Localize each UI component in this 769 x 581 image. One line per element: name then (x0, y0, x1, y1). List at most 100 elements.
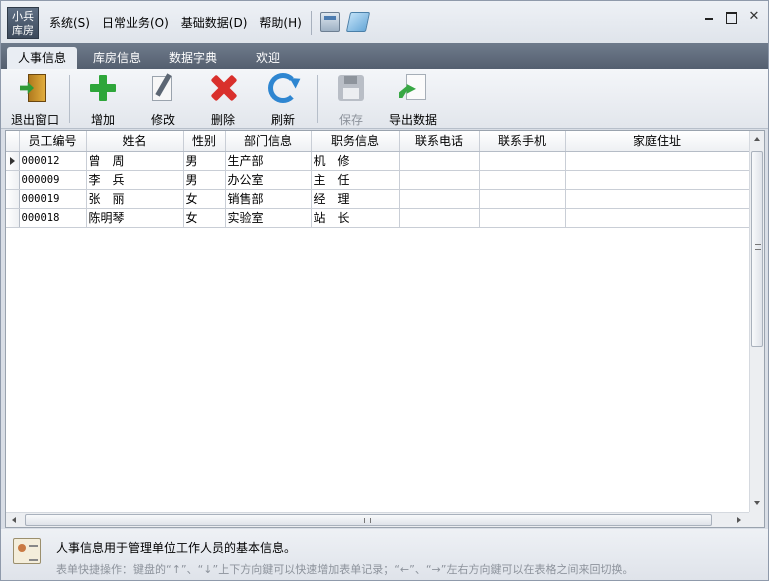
table-cell[interactable] (565, 170, 750, 190)
scroll-up-icon[interactable] (754, 137, 760, 141)
personnel-grid[interactable]: 员工编号 姓名 性别 部门信息 职务信息 联系电话 联系手机 家庭住址 0000… (5, 130, 765, 528)
column-header[interactable]: 部门信息 (225, 131, 312, 152)
personnel-table: 员工编号 姓名 性别 部门信息 职务信息 联系电话 联系手机 家庭住址 0000… (6, 131, 750, 228)
logo-line-1: 小兵 (12, 10, 34, 23)
scroll-right-icon[interactable] (737, 517, 741, 523)
save-label: 保存 (338, 113, 363, 127)
table-cell[interactable]: 机 修 (311, 151, 400, 171)
close-button[interactable]: ✕ (746, 9, 762, 25)
table-cell[interactable] (565, 208, 750, 228)
column-header[interactable]: 职务信息 (311, 131, 400, 152)
save-button[interactable]: 保存 (323, 73, 379, 127)
tab-bar: 人事信息 库房信息 数据字典 欢迎 (1, 43, 768, 69)
table-cell[interactable]: 000019 (19, 189, 87, 209)
menu-basic-data[interactable]: 基础数据(D) (181, 14, 248, 31)
row-indicator[interactable] (6, 208, 20, 228)
add-button[interactable]: 增加 (75, 73, 131, 127)
vertical-scrollbar[interactable] (749, 131, 764, 512)
table-cell[interactable]: 站 长 (311, 208, 400, 228)
table-cell[interactable]: 销售部 (225, 189, 312, 209)
vertical-scroll-thumb[interactable] (751, 151, 763, 347)
row-indicator[interactable] (6, 151, 20, 171)
table-cell[interactable] (565, 189, 750, 209)
table-cell[interactable]: 000009 (19, 170, 87, 190)
exit-window-label: 退出窗口 (10, 113, 59, 127)
table-cell[interactable]: 陈明琴 (86, 208, 184, 228)
table-cell[interactable]: 男 (183, 151, 226, 171)
table-cell[interactable]: 男 (183, 170, 226, 190)
save-disk-icon (336, 73, 366, 103)
current-row-pointer-icon (10, 156, 15, 165)
shortcut-tip: 表单快捷操作：键盘的“↑”、“↓”上下方向鍵可以快速增加表单记录；“←”、“→”… (56, 563, 634, 576)
table-cell[interactable] (479, 208, 566, 228)
table-row[interactable]: 000018 陈明琴 女 实验室 站 长 (6, 208, 750, 228)
row-indicator[interactable] (6, 189, 20, 209)
table-cell[interactable]: 张 丽 (86, 189, 184, 209)
plus-icon (88, 73, 118, 103)
table-cell[interactable]: 女 (183, 208, 226, 228)
menu-daily-business[interactable]: 日常业务(O) (102, 14, 169, 31)
table-header-row: 员工编号 姓名 性别 部门信息 职务信息 联系电话 联系手机 家庭住址 (6, 131, 750, 152)
table-cell[interactable]: 办公室 (225, 170, 312, 190)
column-header[interactable]: 联系手机 (479, 131, 566, 152)
scroll-down-icon[interactable] (754, 501, 760, 505)
logo-line-2: 库房 (12, 24, 34, 37)
calculator-icon[interactable] (320, 12, 340, 32)
table-cell[interactable] (399, 170, 480, 190)
table-cell[interactable]: 女 (183, 189, 226, 209)
table-cell[interactable]: 经 理 (311, 189, 400, 209)
tab-welcome[interactable]: 欢迎 (235, 47, 301, 69)
table-row[interactable]: 000019 张 丽 女 销售部 经 理 (6, 189, 750, 209)
refresh-button[interactable]: 刷新 (255, 73, 311, 127)
edit-pen-icon (148, 73, 178, 103)
table-cell[interactable]: 李 兵 (86, 170, 184, 190)
notepad-icon[interactable] (345, 12, 371, 32)
exit-window-button[interactable]: 退出窗口 (7, 73, 63, 127)
horizontal-scrollbar[interactable] (6, 512, 749, 527)
menu-help[interactable]: 帮助(H) (259, 14, 301, 31)
column-header[interactable]: 联系电话 (399, 131, 480, 152)
delete-label: 删除 (210, 113, 235, 127)
column-header[interactable]: 性别 (183, 131, 226, 152)
table-cell[interactable] (399, 189, 480, 209)
scroll-left-icon[interactable] (12, 517, 16, 523)
table-cell[interactable] (479, 170, 566, 190)
status-message: 人事信息用于管理单位工作人员的基本信息。 (56, 541, 297, 555)
export-label: 导出数据 (388, 113, 437, 127)
column-header[interactable]: 员工编号 (19, 131, 87, 152)
table-row[interactable]: 000012 曾 周 男 生产部 机 修 (6, 151, 750, 171)
delete-x-icon (208, 73, 238, 103)
table-cell[interactable] (399, 151, 480, 171)
table-cell[interactable]: 主 任 (311, 170, 400, 190)
refresh-label: 刷新 (270, 113, 295, 127)
table-row[interactable]: 000009 李 兵 男 办公室 主 任 (6, 170, 750, 190)
horizontal-scroll-thumb[interactable] (25, 514, 712, 526)
menu-bar: 系统(S) 日常业务(O) 基础数据(D) 帮助(H) (49, 14, 314, 31)
table-cell[interactable] (399, 208, 480, 228)
maximize-button[interactable] (723, 9, 739, 25)
export-data-button[interactable]: 导出数据 (383, 73, 443, 127)
row-indicator[interactable] (6, 170, 20, 190)
column-header[interactable]: 家庭住址 (565, 131, 750, 152)
table-cell[interactable]: 000012 (19, 151, 87, 171)
exit-door-icon (20, 73, 50, 103)
minimize-button[interactable] (701, 9, 717, 25)
table-cell[interactable] (479, 189, 566, 209)
status-bar: 人事信息用于管理单位工作人员的基本信息。 表单快捷操作：键盘的“↑”、“↓”上下… (1, 529, 768, 580)
table-cell[interactable]: 实验室 (225, 208, 312, 228)
table-cell[interactable]: 生产部 (225, 151, 312, 171)
tab-personnel[interactable]: 人事信息 (7, 47, 77, 69)
toolbar-divider (69, 75, 70, 123)
menu-system[interactable]: 系统(S) (49, 14, 90, 31)
table-cell[interactable] (479, 151, 566, 171)
table-cell[interactable]: 曾 周 (86, 151, 184, 171)
column-header[interactable]: 姓名 (86, 131, 184, 152)
edit-button[interactable]: 修改 (135, 73, 191, 127)
tab-warehouse[interactable]: 库房信息 (81, 47, 153, 69)
delete-button[interactable]: 删除 (195, 73, 251, 127)
row-indicator-header (6, 131, 20, 152)
table-cell[interactable]: 000018 (19, 208, 87, 228)
scrollbar-corner (749, 512, 764, 527)
table-cell[interactable] (565, 151, 750, 171)
tab-data-dictionary[interactable]: 数据字典 (157, 47, 229, 69)
